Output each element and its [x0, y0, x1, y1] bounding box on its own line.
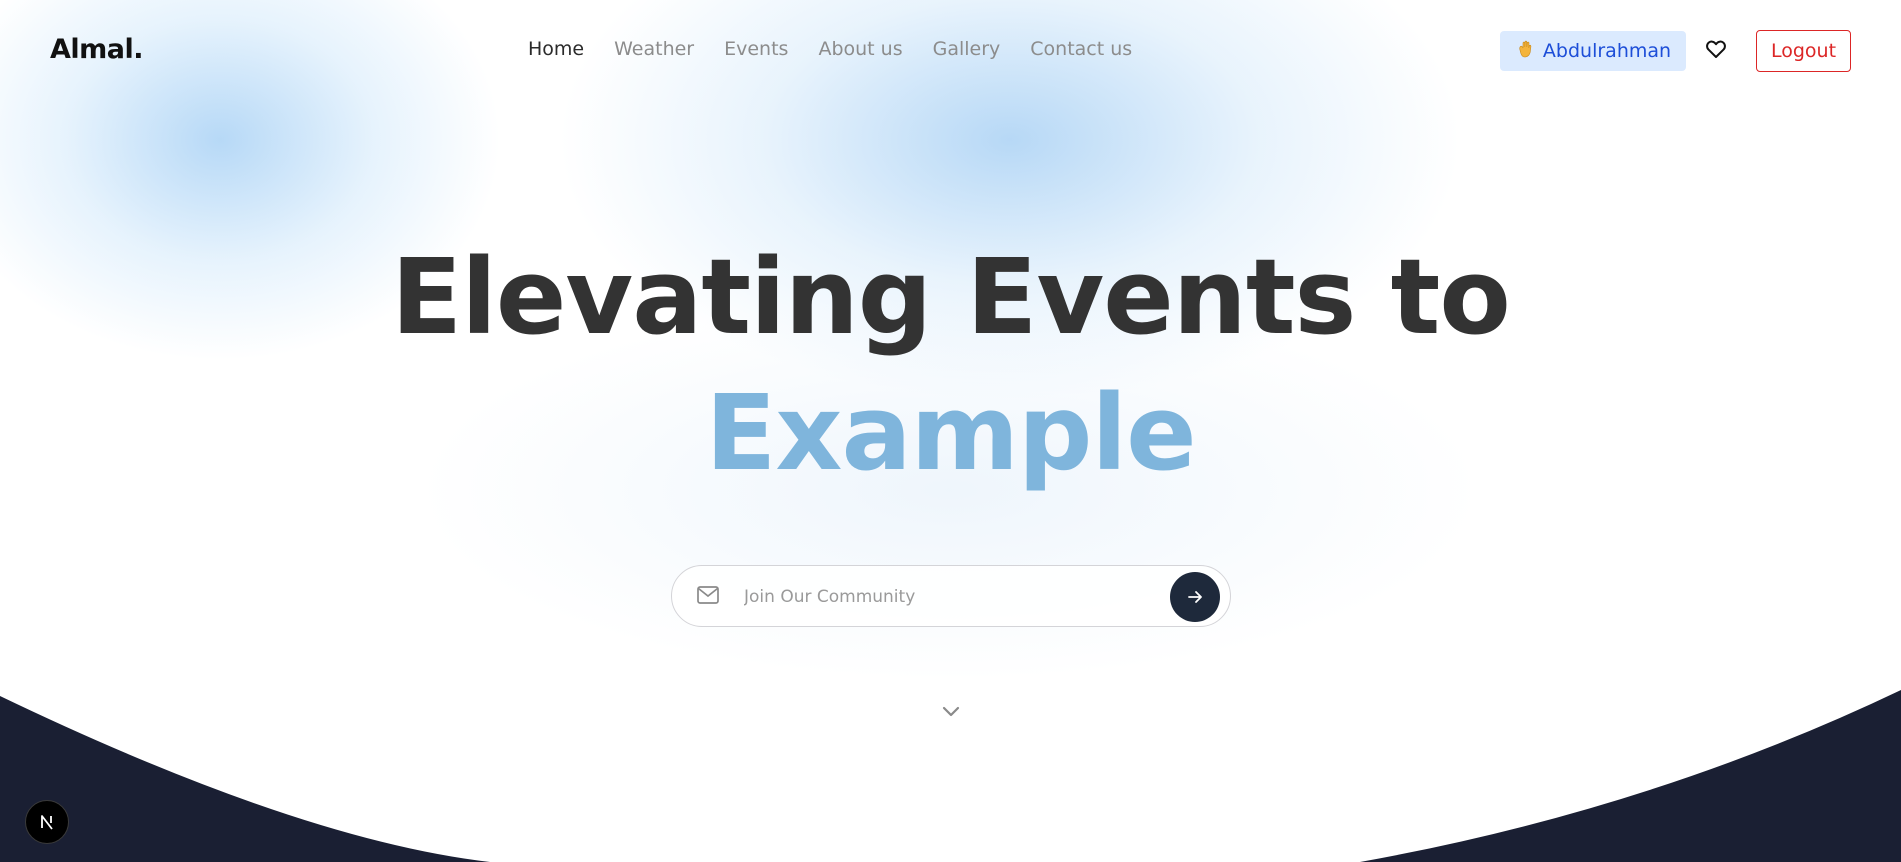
join-submit-button[interactable] [1170, 572, 1220, 622]
nav-link-contact-us[interactable]: Contact us [1030, 38, 1132, 60]
hero-headline: Elevating Events to [391, 236, 1511, 358]
chevron-down-icon[interactable] [940, 700, 962, 722]
user-profile-button[interactable]: Abdulrahman [1500, 31, 1686, 71]
nav-link-events[interactable]: Events [724, 38, 788, 60]
nav-links: Home Weather Events About us Gallery Con… [528, 38, 1132, 60]
waving-hand-icon [1515, 39, 1535, 64]
nav-link-about-us[interactable]: About us [818, 38, 902, 60]
site-logo[interactable]: Almal. [50, 34, 144, 65]
join-community-form [671, 565, 1231, 627]
nav-link-home[interactable]: Home [528, 38, 584, 60]
nextjs-logo-icon[interactable] [25, 800, 69, 844]
nav-link-weather[interactable]: Weather [614, 38, 694, 60]
heart-icon[interactable] [1704, 37, 1728, 61]
hero-highlight: Example [705, 372, 1196, 494]
arrow-right-icon [1188, 591, 1202, 603]
navbar: Almal. Home Weather Events About us Gall… [0, 0, 1901, 104]
user-name: Abdulrahman [1542, 40, 1672, 62]
community-email-input[interactable] [742, 578, 1136, 616]
logout-button[interactable]: Logout [1756, 30, 1851, 72]
page: Almal. Home Weather Events About us Gall… [0, 0, 1901, 862]
nav-link-gallery[interactable]: Gallery [933, 38, 1001, 60]
mail-icon [696, 585, 720, 605]
